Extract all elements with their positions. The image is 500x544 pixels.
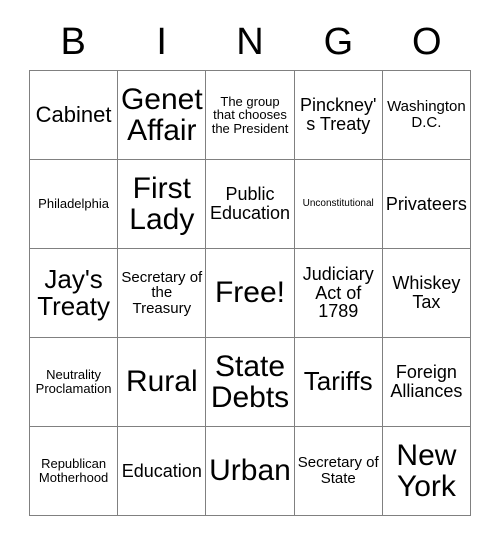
bingo-cell[interactable]: Education bbox=[118, 427, 207, 516]
bingo-cell-label: Cabinet bbox=[35, 101, 112, 127]
bingo-cell-label: Washington D.C. bbox=[387, 98, 466, 131]
bingo-row: Republican Motherhood Education Urban Se… bbox=[30, 427, 472, 516]
bingo-cell-label: The group that chooses the President bbox=[211, 93, 289, 136]
bingo-cell-free-space[interactable]: Free! bbox=[206, 249, 295, 338]
bingo-cell[interactable]: Foreign Alliances bbox=[382, 338, 472, 427]
bingo-cell[interactable]: Privateers bbox=[382, 160, 472, 249]
bingo-cell-label: Tariffs bbox=[303, 366, 373, 397]
bingo-cell-label: Urban bbox=[209, 454, 291, 488]
bingo-cell[interactable]: Republican Motherhood bbox=[30, 427, 119, 516]
bingo-cell[interactable]: Jay's Treaty bbox=[30, 249, 119, 338]
bingo-cell[interactable]: Judiciary Act of 1789 bbox=[294, 249, 383, 338]
header-letter-i: I bbox=[156, 21, 167, 63]
bingo-cell-label: Republican Motherhood bbox=[38, 456, 109, 485]
bingo-cell-label: Secretary of the Treasury bbox=[121, 268, 203, 317]
bingo-cell-label: State Debts bbox=[210, 349, 290, 414]
bingo-cell-label: Pinckney's Treaty bbox=[299, 95, 377, 134]
bingo-row: Philadelphia First Lady Public Education… bbox=[30, 160, 472, 249]
bingo-cell[interactable]: Cabinet bbox=[30, 71, 119, 160]
bingo-cell[interactable]: Pinckney's Treaty bbox=[294, 71, 383, 160]
bingo-header: B I N G O bbox=[29, 14, 471, 70]
bingo-cell-label: First Lady bbox=[129, 171, 195, 236]
bingo-row: Jay's Treaty Secretary of the Treasury F… bbox=[30, 249, 472, 338]
bingo-card: B I N G O Cabinet Genet Affair The group… bbox=[29, 14, 472, 516]
bingo-cell-label: Education bbox=[121, 460, 202, 481]
bingo-row: Cabinet Genet Affair The group that choo… bbox=[30, 71, 472, 160]
bingo-cell[interactable]: Secretary of the Treasury bbox=[118, 249, 207, 338]
bingo-cell-label: Genet Affair bbox=[120, 82, 203, 147]
header-letter-b: B bbox=[60, 21, 86, 63]
bingo-cell[interactable]: Whiskey Tax bbox=[382, 249, 472, 338]
bingo-cell-label: Neutrality Proclamation bbox=[35, 367, 112, 396]
bingo-cell[interactable]: State Debts bbox=[206, 338, 295, 427]
bingo-cell[interactable]: Urban bbox=[206, 427, 295, 516]
bingo-cell-label: Philadelphia bbox=[38, 196, 110, 212]
bingo-cell-label: Unconstitutional bbox=[302, 197, 374, 209]
bingo-cell[interactable]: Philadelphia bbox=[30, 160, 119, 249]
bingo-cell[interactable]: First Lady bbox=[118, 160, 207, 249]
bingo-cell-label: Rural bbox=[125, 365, 198, 399]
header-letter-o: O bbox=[412, 21, 442, 63]
bingo-cell[interactable]: Genet Affair bbox=[118, 71, 207, 160]
bingo-cell-label: Judiciary Act of 1789 bbox=[302, 263, 374, 322]
bingo-cell-label: Whiskey Tax bbox=[392, 273, 461, 312]
bingo-cell[interactable]: Neutrality Proclamation bbox=[30, 338, 119, 427]
bingo-cell-label: Privateers bbox=[385, 193, 467, 214]
bingo-cell[interactable]: Secretary of State bbox=[294, 427, 383, 516]
bingo-row: Neutrality Proclamation Rural State Debt… bbox=[30, 338, 472, 427]
bingo-cell[interactable]: The group that chooses the President bbox=[206, 71, 295, 160]
bingo-cell[interactable]: Tariffs bbox=[294, 338, 383, 427]
bingo-cell[interactable]: Rural bbox=[118, 338, 207, 427]
bingo-cell-label: New York bbox=[396, 438, 457, 503]
bingo-cell[interactable]: Public Education bbox=[206, 160, 295, 249]
bingo-cell-label: Foreign Alliances bbox=[390, 362, 463, 401]
bingo-cell[interactable]: New York bbox=[382, 427, 472, 516]
bingo-cell-label: Jay's Treaty bbox=[37, 263, 110, 321]
bingo-cell-label: Secretary of State bbox=[297, 454, 379, 487]
header-letter-n: N bbox=[236, 21, 264, 63]
bingo-cell-label: Free! bbox=[214, 276, 286, 310]
bingo-cell[interactable]: Unconstitutional bbox=[294, 160, 383, 249]
bingo-cell[interactable]: Washington D.C. bbox=[382, 71, 472, 160]
bingo-grid: Cabinet Genet Affair The group that choo… bbox=[29, 70, 472, 516]
header-letter-g: G bbox=[323, 21, 354, 63]
bingo-cell-label: Public Education bbox=[209, 184, 291, 223]
